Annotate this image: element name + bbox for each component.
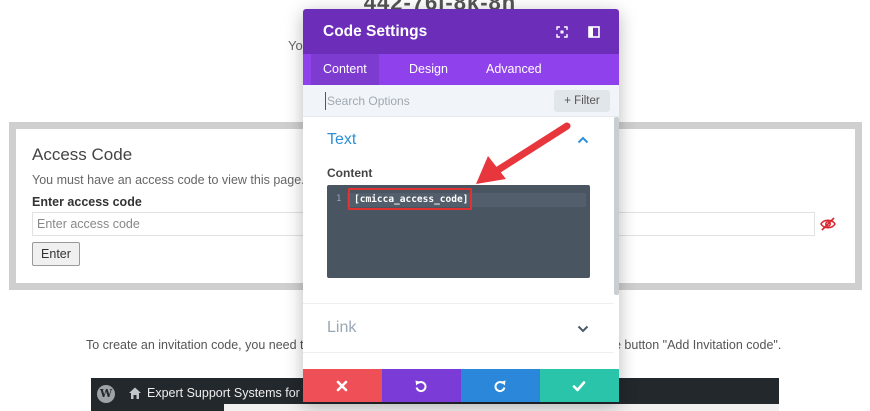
line-number: 1 bbox=[336, 194, 342, 204]
modal-footer bbox=[303, 369, 619, 402]
discard-button[interactable] bbox=[303, 369, 382, 402]
fullscreen-icon[interactable] bbox=[555, 25, 569, 39]
check-icon bbox=[572, 381, 586, 392]
close-icon bbox=[336, 380, 348, 392]
eye-slash-icon[interactable] bbox=[820, 217, 836, 231]
search-options-row: + Filter bbox=[303, 85, 619, 117]
code-editor[interactable]: 1 [cmicca_access_code] bbox=[327, 185, 590, 278]
undo-button[interactable] bbox=[382, 369, 461, 402]
content-field-label: Content bbox=[327, 166, 373, 180]
tab-content[interactable]: Content bbox=[311, 54, 379, 85]
split-view-icon[interactable] bbox=[587, 25, 601, 39]
text-section-toggle[interactable]: Text bbox=[327, 131, 356, 149]
filter-button[interactable]: + Filter bbox=[554, 90, 610, 112]
redo-icon bbox=[494, 380, 506, 393]
access-code-label: Enter access code bbox=[32, 195, 142, 209]
modal-tabs: Content Design Advanced bbox=[303, 54, 619, 85]
access-code-description: You must have an access code to view thi… bbox=[32, 173, 305, 187]
undo-icon bbox=[415, 380, 427, 393]
link-section-toggle[interactable]: Link bbox=[327, 319, 356, 337]
invitation-instructions-start: To create an invitation code, you need t… bbox=[86, 338, 311, 352]
code-settings-modal: Code Settings Content Design Advanced + … bbox=[303, 9, 619, 402]
search-options-input[interactable] bbox=[325, 92, 545, 110]
modal-header: Code Settings bbox=[303, 9, 619, 54]
enter-button[interactable]: Enter bbox=[32, 242, 80, 266]
page-subtext-partial: Yo bbox=[288, 38, 303, 53]
tab-advanced[interactable]: Advanced bbox=[474, 54, 554, 85]
screenshot-stage: 442-76l-8k-8h Yo Access Code You must ha… bbox=[0, 0, 870, 411]
section-divider bbox=[303, 303, 613, 304]
annotation-highlight-box bbox=[348, 188, 472, 210]
save-button[interactable] bbox=[540, 369, 619, 402]
chevron-down-icon[interactable] bbox=[577, 325, 589, 333]
invitation-instructions-end: e button "Add Invitation code". bbox=[614, 338, 782, 352]
access-code-title: Access Code bbox=[32, 145, 133, 164]
tab-design[interactable]: Design bbox=[397, 54, 460, 85]
redo-button[interactable] bbox=[461, 369, 540, 402]
chevron-up-icon[interactable] bbox=[577, 136, 589, 144]
home-icon[interactable] bbox=[128, 386, 142, 400]
wordpress-icon[interactable]: W bbox=[97, 385, 115, 403]
section-divider bbox=[303, 352, 613, 353]
modal-scrollbar[interactable] bbox=[614, 117, 619, 295]
modal-title: Code Settings bbox=[323, 23, 428, 40]
invitation-instructions: To create an invitation code, you need t… bbox=[86, 338, 781, 352]
admin-subbar bbox=[224, 404, 779, 411]
